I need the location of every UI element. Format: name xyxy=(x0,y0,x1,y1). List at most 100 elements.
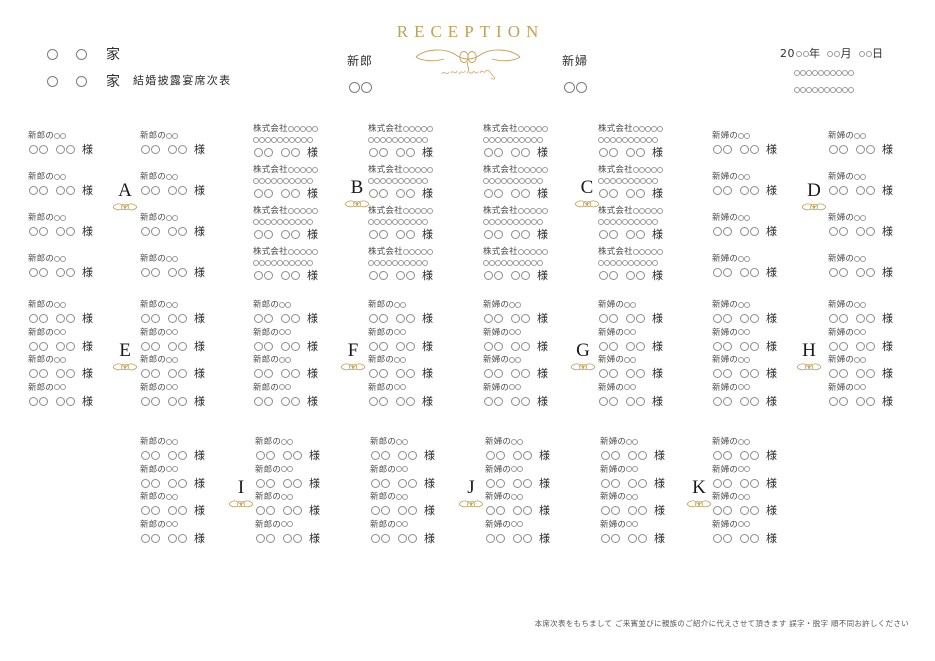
guest-entry: 新婦の様 xyxy=(712,254,777,279)
placeholder-circle xyxy=(28,396,38,406)
guest-name: 様 xyxy=(712,394,777,408)
guest-name: 様 xyxy=(828,394,893,408)
placeholder-circle xyxy=(395,314,405,323)
placeholder-circle xyxy=(493,189,503,198)
guest-company: 株式会社 xyxy=(253,165,318,175)
guest-name: 様 xyxy=(712,366,777,380)
honorific: 様 xyxy=(882,367,893,380)
placeholder-circle xyxy=(865,314,875,323)
placeholder-circle xyxy=(635,230,645,239)
placeholder-circle xyxy=(828,396,838,406)
placeholder-circle xyxy=(865,369,875,378)
guest-company: 株式会社 xyxy=(598,206,663,216)
placeholder-circle xyxy=(397,506,407,515)
guest-relation: 新婦の xyxy=(598,383,663,393)
placeholder-circle xyxy=(656,125,663,132)
placeholder-circle xyxy=(150,268,160,277)
placeholder-circle xyxy=(140,396,150,406)
guest-name: 様 xyxy=(828,311,893,325)
placeholder-circle xyxy=(408,248,415,255)
placeholder-circle xyxy=(744,132,751,139)
placeholder-circle xyxy=(402,438,409,445)
guest-name: 様 xyxy=(370,448,435,462)
placeholder-circle xyxy=(541,248,548,255)
placeholder-circle xyxy=(280,396,290,406)
placeholder-circle xyxy=(515,356,522,363)
placeholder-circle xyxy=(652,177,658,184)
placeholder-circle xyxy=(402,125,409,132)
guest-department xyxy=(253,257,318,267)
placeholder-circle xyxy=(637,533,647,543)
honorific: 様 xyxy=(882,394,893,408)
guest-entry: 新郎の様 xyxy=(28,355,93,380)
guest-relation: 新郎の xyxy=(28,328,93,338)
guest-relation: 新郎の xyxy=(140,437,205,447)
placeholder-circle xyxy=(495,533,505,543)
placeholder-circle xyxy=(55,396,65,406)
guest-entry: 新郎の様 xyxy=(253,383,318,408)
guest-relation: 新婦の xyxy=(712,465,777,475)
table-b-column: 株式会社様株式会社様株式会社様株式会社様 xyxy=(368,124,433,288)
placeholder-circle xyxy=(400,384,407,390)
table-flourish-icon xyxy=(570,197,604,211)
placeholder-circle xyxy=(610,533,620,543)
placeholder-circle xyxy=(749,506,759,515)
seating-chart-page: 家 家 結婚披露宴席次表 RECEPTION 新郎 新婦 20 年 月 日 新郎… xyxy=(0,0,935,661)
table-letter: G xyxy=(576,340,590,361)
table-letter: F xyxy=(347,340,359,361)
placeholder-circle xyxy=(635,369,645,378)
guest-entry: 新郎の様 xyxy=(370,437,435,462)
guest-entry: 新郎の様 xyxy=(140,355,205,380)
guest-relation: 新郎の xyxy=(28,213,93,223)
placeholder-circle xyxy=(744,173,751,180)
guest-name: 様 xyxy=(140,183,205,197)
placeholder-circle xyxy=(167,145,177,154)
placeholder-circle xyxy=(860,329,867,335)
guest-name: 様 xyxy=(255,448,320,462)
placeholder-circle xyxy=(838,268,848,277)
placeholder-circle xyxy=(307,218,313,225)
guest-name: 様 xyxy=(140,265,205,279)
guest-name: 様 xyxy=(368,145,433,159)
placeholder-circle xyxy=(38,227,48,236)
placeholder-circle xyxy=(305,125,312,132)
placeholder-circle xyxy=(177,227,187,236)
placeholder-circle xyxy=(172,521,179,527)
guest-department xyxy=(598,257,663,267)
placeholder-circle xyxy=(280,148,290,157)
honorific: 様 xyxy=(766,476,777,490)
groom-block: 新郎 xyxy=(330,52,390,96)
guest-entry: 株式会社様 xyxy=(598,124,663,159)
guest-relation: 新郎の xyxy=(368,383,433,393)
placeholder-circle xyxy=(739,314,749,323)
placeholder-circle xyxy=(739,186,749,195)
guest-entry: 新郎の様 xyxy=(140,383,205,408)
guest-name: 様 xyxy=(368,186,433,200)
table-letter: K xyxy=(692,477,706,498)
honorific: 様 xyxy=(307,312,318,325)
guest-entry: 新婦の様 xyxy=(712,355,777,380)
honorific: 様 xyxy=(766,266,777,279)
honorific: 様 xyxy=(194,339,205,353)
guest-entry: 新婦の様 xyxy=(828,383,893,408)
guest-entry: 株式会社様 xyxy=(368,165,433,200)
guest-relation: 新婦の xyxy=(485,437,550,447)
guest-relation: 新郎の xyxy=(368,355,433,365)
guest-entry: 新郎の様 xyxy=(370,465,435,490)
placeholder-circle xyxy=(608,230,618,239)
placeholder-circle xyxy=(253,396,263,406)
date-month: 月 xyxy=(827,47,853,60)
guest-entry: 新婦の様 xyxy=(483,355,548,380)
guest-entry: 新郎の様 xyxy=(368,300,433,325)
placeholder-circle xyxy=(749,478,759,488)
honorific: 様 xyxy=(307,146,318,159)
placeholder-circle xyxy=(744,255,751,262)
placeholder-circle xyxy=(529,207,536,214)
guest-name: 様 xyxy=(370,503,435,517)
placeholder-circle xyxy=(420,125,427,132)
guest-entry: 新婦の様 xyxy=(600,437,665,462)
honorific: 様 xyxy=(194,476,205,490)
placeholder-circle xyxy=(744,521,751,527)
placeholder-circle xyxy=(150,314,160,323)
placeholder-circle xyxy=(749,369,759,378)
